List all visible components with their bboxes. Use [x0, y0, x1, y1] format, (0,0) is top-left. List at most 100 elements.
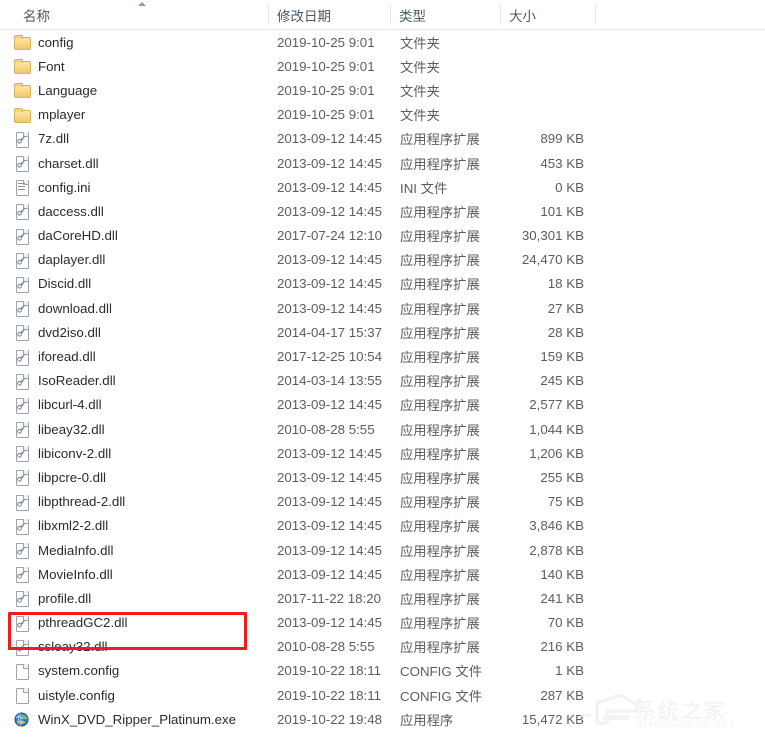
file-date-cell: 2019-10-25 9:01 [277, 34, 375, 50]
file-size-cell: 899 KB [540, 131, 584, 147]
file-size-cell: 2,577 KB [529, 397, 584, 413]
file-name-cell[interactable]: WinX_DVD_Ripper_Platinum.exe [14, 707, 264, 731]
file-name-cell[interactable]: dvd2iso.dll [14, 320, 264, 344]
column-header-type-label: 类型 [399, 9, 426, 24]
file-date-cell: 2013-09-12 14:45 [277, 131, 382, 147]
file-name-cell[interactable]: daccess.dll [14, 199, 264, 223]
column-header-name[interactable]: 名称 [14, 0, 268, 30]
file-name-cell[interactable]: Discid.dll [14, 272, 264, 296]
file-name-label: daccess.dll [38, 203, 104, 219]
file-name-cell[interactable]: Font [14, 54, 264, 78]
table-row[interactable]: Language 2019-10-25 9:01 文件夹 [0, 78, 765, 102]
file-name-cell[interactable]: libiconv-2.dll [14, 441, 264, 465]
table-row[interactable]: IsoReader.dll 2014-03-14 13:55 应用程序扩展 245 K… [0, 369, 765, 393]
table-row[interactable]: Font 2019-10-25 9:01 文件夹 [0, 54, 765, 78]
file-name-label: daCoreHD.dll [38, 228, 118, 244]
column-divider[interactable] [595, 5, 596, 25]
file-size-cell: 2,878 KB [529, 542, 584, 558]
file-size-cell: 1,044 KB [529, 421, 584, 437]
file-name-cell[interactable]: download.dll [14, 296, 264, 320]
table-row[interactable]: config 2019-10-25 9:01 文件夹 [0, 30, 765, 54]
file-name-cell[interactable]: libcurl-4.dll [14, 393, 264, 417]
file-name-cell[interactable]: ssleay32.dll [14, 635, 264, 659]
file-name-cell[interactable]: charset.dll [14, 151, 264, 175]
dll-file-icon [14, 397, 30, 414]
file-date-cell: 2010-08-28 5:55 [277, 421, 375, 437]
table-row[interactable]: ssleay32.dll 2010-08-28 5:55 应用程序扩展 216 KB [0, 635, 765, 659]
table-row[interactable]: libiconv-2.dll 2013-09-12 14:45 应用程序扩展 1,20… [0, 441, 765, 465]
file-date-cell: 2013-09-12 14:45 [277, 252, 382, 268]
file-size-cell: 75 KB [547, 494, 584, 510]
file-size-cell [490, 30, 584, 54]
file-size-cell: 1 KB [555, 663, 584, 679]
table-row[interactable]: libeay32.dll 2010-08-28 5:55 应用程序扩展 1,044 K… [0, 417, 765, 441]
dll-file-icon [14, 590, 30, 608]
file-size-cell: 453 KB [540, 155, 584, 171]
file-name-cell[interactable]: profile.dll [14, 586, 264, 610]
file-name-cell[interactable]: mplayer [14, 103, 264, 127]
file-name-cell[interactable]: IsoReader.dll [14, 369, 264, 393]
file-name-cell[interactable]: libpcre-0.dll [14, 465, 264, 489]
table-row[interactable]: MovieInfo.dll 2013-09-12 14:45 应用程序扩展 140 K… [0, 562, 765, 586]
file-name-cell[interactable]: Language [14, 78, 264, 102]
table-row[interactable]: daccess.dll 2013-09-12 14:45 应用程序扩展 101 KB [0, 199, 765, 223]
column-header-type[interactable]: 类型 [390, 0, 500, 30]
file-date-cell: 2013-09-12 14:45 [277, 155, 382, 171]
column-header-row: 名称 修改日期 类型 大小 [0, 0, 765, 30]
file-name-cell[interactable]: 7z.dll [14, 127, 264, 151]
column-divider[interactable] [390, 5, 391, 25]
column-header-spacer[interactable] [595, 0, 655, 30]
file-name-cell[interactable]: daplayer.dll [14, 248, 264, 272]
file-name-label: profile.dll [38, 590, 92, 606]
column-divider[interactable] [500, 5, 501, 25]
folder-icon [14, 34, 31, 51]
table-row[interactable]: 7z.dll 2013-09-12 14:45 应用程序扩展 899 KB [0, 127, 765, 151]
file-name-label: Language [38, 82, 98, 98]
table-row[interactable]: libpthread-2.dll 2013-09-12 14:45 应用程序扩展 75… [0, 490, 765, 514]
file-name-cell[interactable]: pthreadGC2.dll [14, 611, 264, 635]
table-row[interactable]: system.config 2019-10-22 18:11 CONFIG 文件 1 … [0, 659, 765, 683]
file-name-cell[interactable]: MediaInfo.dll [14, 538, 264, 562]
dll-file-icon [14, 252, 30, 269]
table-row[interactable]: MediaInfo.dll 2013-09-12 14:45 应用程序扩展 2,878… [0, 538, 765, 562]
file-name-label: MediaInfo.dll [38, 542, 114, 558]
table-row[interactable]: download.dll 2013-09-12 14:45 应用程序扩展 27 KB [0, 296, 765, 320]
table-row[interactable]: libpcre-0.dll 2013-09-12 14:45 应用程序扩展 255 K… [0, 465, 765, 489]
file-name-label: daplayer.dll [38, 252, 106, 268]
table-row[interactable]: pthreadGC2.dll 2013-09-12 14:45 应用程序扩展 70 K… [0, 611, 765, 635]
table-row[interactable]: libcurl-4.dll 2013-09-12 14:45 应用程序扩展 2,577… [0, 393, 765, 417]
column-header-date[interactable]: 修改日期 [268, 0, 390, 30]
file-name-label: config.ini [38, 179, 91, 195]
table-row[interactable]: daplayer.dll 2013-09-12 14:45 应用程序扩展 24,470… [0, 248, 765, 272]
blank-document-icon [14, 687, 30, 705]
file-name-label: system.config [38, 663, 120, 679]
file-name-cell[interactable]: config [14, 30, 264, 54]
file-name-cell[interactable]: libeay32.dll [14, 417, 264, 441]
column-divider[interactable] [268, 5, 269, 25]
file-name-cell[interactable]: system.config [14, 659, 264, 683]
table-row[interactable]: iforead.dll 2017-12-25 10:54 应用程序扩展 159 KB [0, 344, 765, 368]
dll-file-icon [14, 469, 30, 487]
table-row[interactable]: mplayer 2019-10-25 9:01 文件夹 [0, 103, 765, 127]
column-header-size[interactable]: 大小 [500, 0, 595, 30]
table-row[interactable]: dvd2iso.dll 2014-04-17 15:37 应用程序扩展 28 KB [0, 320, 765, 344]
table-row[interactable]: Discid.dll 2013-09-12 14:45 应用程序扩展 18 KB [0, 272, 765, 296]
file-name-cell[interactable]: MovieInfo.dll [14, 562, 264, 586]
table-row[interactable]: libxml2-2.dll 2013-09-12 14:45 应用程序扩展 3,846… [0, 514, 765, 538]
file-date-cell: 2019-10-22 18:11 [277, 663, 381, 679]
file-name-cell[interactable]: libxml2-2.dll [14, 514, 264, 538]
file-name-cell[interactable]: iforead.dll [14, 344, 264, 368]
file-name-cell[interactable]: libpthread-2.dll [14, 490, 264, 514]
file-size-cell: 245 KB [540, 373, 584, 389]
file-date-cell: 2014-03-14 13:55 [277, 373, 382, 389]
file-name-cell[interactable]: config.ini [14, 175, 264, 199]
file-name-cell[interactable]: uistyle.config [14, 683, 264, 707]
table-row[interactable]: config.ini 2013-09-12 14:45 INI 文件 0 KB [0, 175, 765, 199]
table-row[interactable]: charset.dll 2013-09-12 14:45 应用程序扩展 453 KB [0, 151, 765, 175]
table-row[interactable]: profile.dll 2017-11-22 18:20 应用程序扩展 241 KB [0, 586, 765, 610]
file-name-label: dvd2iso.dll [38, 324, 101, 340]
file-name-cell[interactable]: daCoreHD.dll [14, 224, 264, 248]
column-header-name-label: 名称 [23, 9, 50, 24]
file-size-cell: 159 KB [540, 349, 584, 365]
table-row[interactable]: daCoreHD.dll 2017-07-24 12:10 应用程序扩展 30,301… [0, 224, 765, 248]
